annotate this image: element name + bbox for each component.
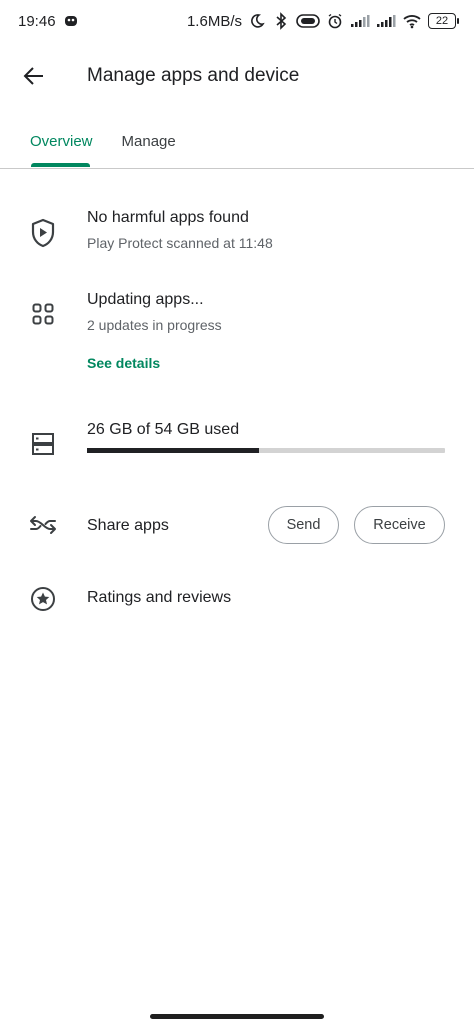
signal-icon <box>350 12 370 30</box>
storage-row[interactable]: 26 GB of 54 GB used <box>0 412 474 472</box>
home-indicator[interactable] <box>150 1014 324 1019</box>
receive-button[interactable]: Receive <box>354 506 445 544</box>
status-bar: 19:46 1.6MB/s 22 <box>0 0 474 42</box>
status-time: 19:46 <box>18 12 56 30</box>
protect-subtitle: Play Protect scanned at 11:48 <box>87 235 273 251</box>
storage-label: 26 GB of 54 GB used <box>87 421 240 438</box>
page-title: Manage apps and device <box>87 65 300 86</box>
updates-subtitle: 2 updates in progress <box>87 317 222 333</box>
tab-indicator <box>31 163 90 167</box>
updates-row[interactable]: Updating apps... 2 updates in progress <box>0 282 474 346</box>
tab-manage[interactable]: Manage <box>122 115 176 168</box>
bluetooth-icon <box>272 12 290 30</box>
apps-grid-icon <box>28 299 58 329</box>
star-circle-icon <box>28 584 58 614</box>
storage-icon <box>28 429 58 459</box>
back-button[interactable] <box>6 48 62 104</box>
page: 19:46 1.6MB/s 22 Manage apps and device … <box>0 0 474 1027</box>
notification-icon <box>62 12 80 30</box>
wifi-icon <box>402 12 422 30</box>
tab-bar: Overview Manage <box>0 115 474 169</box>
send-button[interactable]: Send <box>268 506 339 544</box>
tab-overview[interactable]: Overview <box>30 115 93 168</box>
storage-progress-fill <box>87 448 260 453</box>
battery-level: 22 <box>435 15 449 27</box>
share-apps-icon <box>28 510 58 540</box>
storage-progress-bar <box>87 448 445 453</box>
vibrate-icon <box>296 12 320 30</box>
alarm-icon <box>326 12 344 30</box>
share-apps-label: Share apps <box>87 517 169 534</box>
ratings-reviews-label: Ratings and reviews <box>87 589 232 606</box>
signal-icon <box>376 12 396 30</box>
protect-title: No harmful apps found <box>87 209 249 226</box>
app-bar: Manage apps and device <box>0 48 474 104</box>
see-details-link[interactable]: See details <box>87 355 160 371</box>
network-speed: 1.6MB/s <box>186 12 242 30</box>
updates-title: Updating apps... <box>87 291 204 308</box>
shield-icon <box>28 218 58 248</box>
ratings-reviews-row[interactable]: Ratings and reviews <box>0 576 474 622</box>
battery-icon: 22 <box>428 13 459 29</box>
moon-icon <box>248 12 266 30</box>
play-protect-row[interactable]: No harmful apps found Play Protect scann… <box>0 200 474 264</box>
arrow-back-icon <box>23 67 43 85</box>
